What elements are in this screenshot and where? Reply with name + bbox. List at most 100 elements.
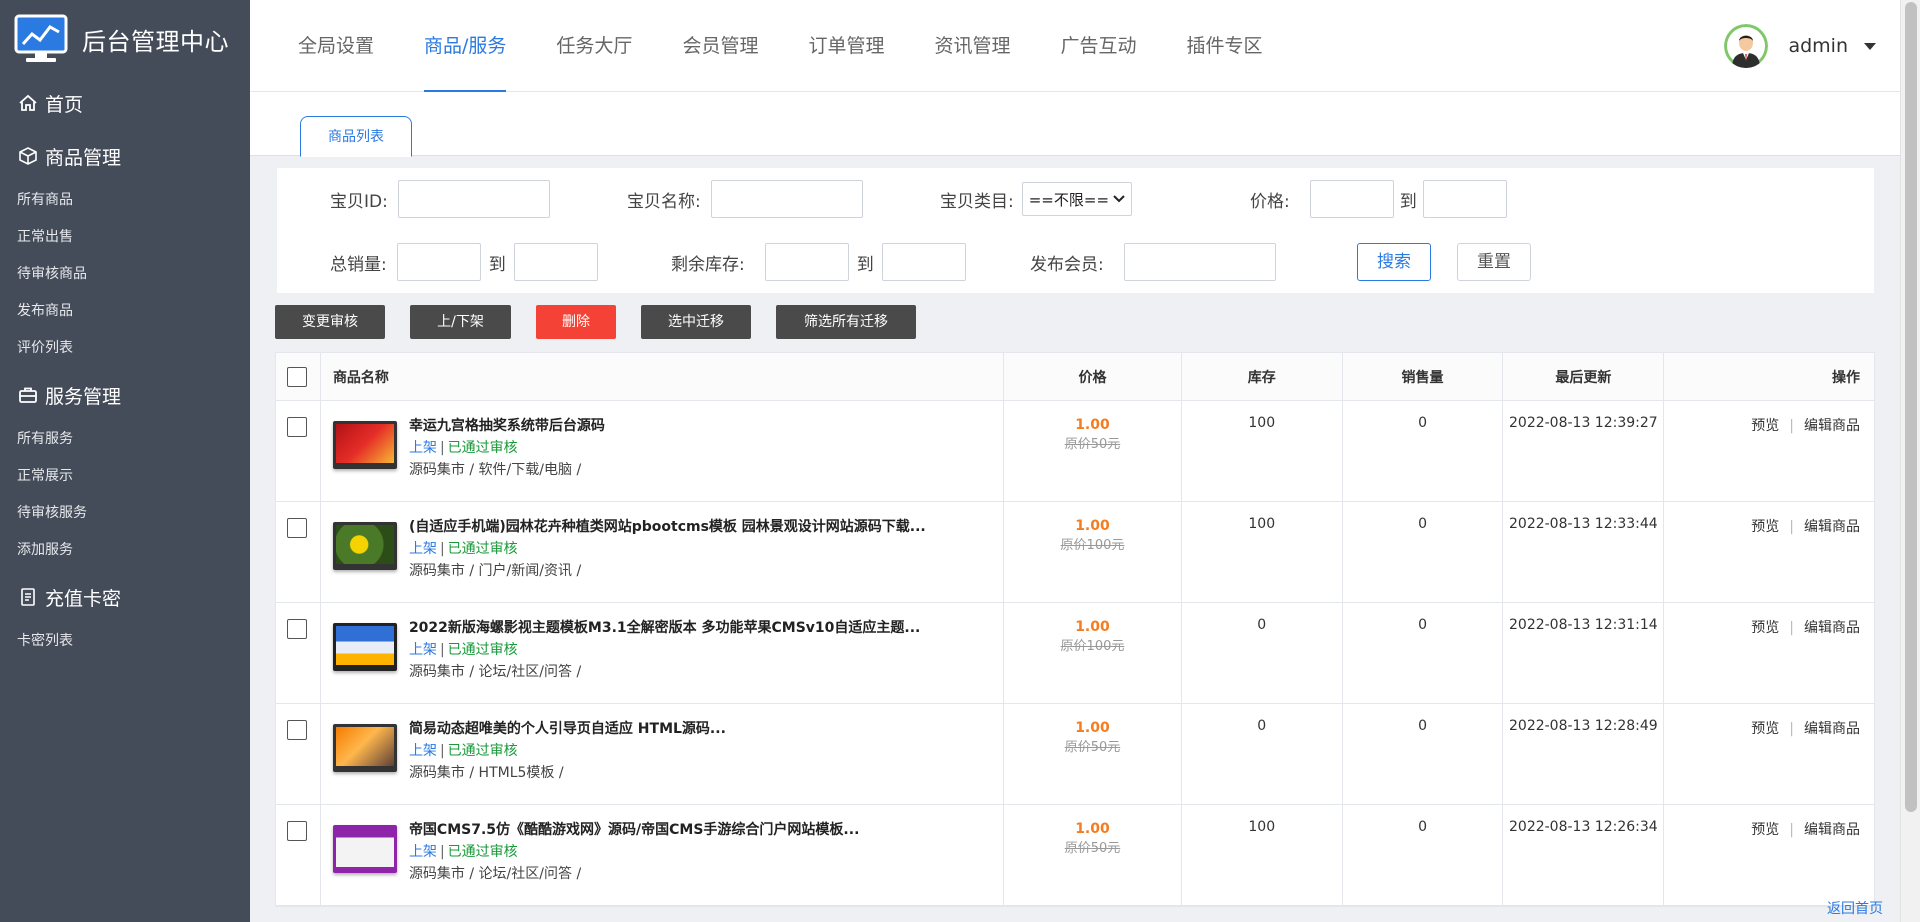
sidebar: 后台管理中心 首页 商品管理 所有商品 正常出售 待审核商品 发布商品 评价列表 <box>0 0 250 922</box>
nav-group-service: 服务管理 所有服务 正常展示 待审核服务 添加服务 <box>0 369 250 569</box>
tab-members[interactable]: 会员管理 <box>682 0 758 92</box>
shelf-status[interactable]: 上架 <box>409 743 437 759</box>
shelf-status[interactable]: 上架 <box>409 541 437 557</box>
row-checkbox[interactable] <box>287 720 307 740</box>
edit-link[interactable]: 编辑商品 <box>1804 519 1860 535</box>
sidebar-item-reviews[interactable]: 评价列表 <box>17 330 142 367</box>
sidebar-item-all-goods[interactable]: 所有商品 <box>17 182 142 219</box>
preview-link[interactable]: 预览 <box>1751 620 1779 636</box>
category-select[interactable]: ==不限== <box>1021 182 1133 216</box>
preview-link[interactable]: 预览 <box>1751 519 1779 535</box>
chevron-down-icon <box>1113 195 1125 203</box>
sales-value: 0 <box>1343 502 1504 602</box>
tab-global-settings[interactable]: 全局设置 <box>298 0 374 92</box>
name-input[interactable] <box>710 180 863 218</box>
top-header: 全局设置 商品/服务 任务大厅 会员管理 订单管理 资讯管理 广告互动 插件专区… <box>250 0 1900 92</box>
product-title[interactable]: 简易动态超唯美的个人引导页自适应 HTML源码... <box>409 718 726 740</box>
stock-value: 0 <box>1182 704 1343 804</box>
table-row: (自适应手机端)园林花卉种植类网站pbootcms模板 园林景观设计网站源码下载… <box>276 502 1874 603</box>
row-checkbox[interactable] <box>287 619 307 639</box>
search-button[interactable]: 搜索 <box>1357 243 1431 281</box>
user-menu[interactable]: admin <box>1724 0 1900 92</box>
row-checkbox[interactable] <box>287 417 307 437</box>
nav-group-label: 充值卡密 <box>45 587 122 610</box>
preview-link[interactable]: 预览 <box>1751 418 1779 434</box>
card-icon <box>21 588 35 606</box>
nav-home-label: 首页 <box>45 93 84 116</box>
sidebar-item-card-list[interactable]: 卡密列表 <box>17 623 142 660</box>
nav-home[interactable]: 首页 <box>0 78 250 128</box>
product-thumbnail[interactable] <box>332 825 397 873</box>
product-category: 源码集市 / HTML5模板 / <box>408 765 564 781</box>
shelf-status[interactable]: 上架 <box>409 642 437 658</box>
shelf-toggle-button[interactable]: 上/下架 <box>410 305 511 339</box>
sidebar-item-add-service[interactable]: 添加服务 <box>17 532 142 569</box>
product-thumbnail[interactable] <box>332 623 397 671</box>
price-min-input[interactable] <box>1309 180 1394 218</box>
stock-min-input[interactable] <box>764 243 849 281</box>
product-title[interactable]: 幸运九宫格抽奖系统带后台源码 <box>409 415 605 437</box>
row-checkbox[interactable] <box>287 518 307 538</box>
back-home-link[interactable]: 返回首页 <box>1827 898 1883 918</box>
sidebar-item-pending-goods[interactable]: 待审核商品 <box>17 256 142 293</box>
product-thumbnail[interactable] <box>332 522 397 570</box>
member-label: 发布会员: <box>1030 254 1104 275</box>
product-title[interactable]: (自适应手机端)园林花卉种植类网站pbootcms模板 园林景观设计网站源码下载… <box>409 516 926 538</box>
name-label: 宝贝名称: <box>627 191 701 212</box>
table-row: 幸运九宫格抽奖系统带后台源码 上架 | 已通过审核 源码集市 / 软件/下载/电脑 … <box>276 401 1874 502</box>
avatar <box>1724 24 1769 68</box>
status-separator: | <box>439 743 445 759</box>
briefcase-icon <box>19 387 37 403</box>
edit-link[interactable]: 编辑商品 <box>1804 721 1860 737</box>
row-checkbox[interactable] <box>287 821 307 841</box>
product-title[interactable]: 2022新版海螺影视主题模板M3.1全解密版本 多功能苹果CMSv10自适应主题… <box>409 617 920 639</box>
edit-link[interactable]: 编辑商品 <box>1804 822 1860 838</box>
id-input[interactable] <box>397 180 550 218</box>
tab-task-hall[interactable]: 任务大厅 <box>556 0 632 92</box>
reset-button[interactable]: 重置 <box>1457 243 1531 281</box>
sidebar-item-normal-display[interactable]: 正常展示 <box>17 458 142 495</box>
migrate-selected-button[interactable]: 选中迁移 <box>641 305 751 339</box>
vertical-scrollbar[interactable] <box>1900 0 1920 922</box>
select-all-checkbox[interactable] <box>287 366 307 387</box>
sales-max-input[interactable] <box>513 243 598 281</box>
sidebar-item-publish-goods[interactable]: 发布商品 <box>17 293 142 330</box>
delete-button[interactable]: 删除 <box>536 305 616 339</box>
migrate-all-filtered-button[interactable]: 筛选所有迁移 <box>776 305 916 339</box>
nav-group-label: 商品管理 <box>45 146 122 169</box>
chevron-down-icon[interactable] <box>1864 42 1876 50</box>
price-max-input[interactable] <box>1422 180 1507 218</box>
change-audit-button[interactable]: 变更审核 <box>275 305 385 339</box>
original-price: 原价50元 <box>1064 841 1121 856</box>
op-separator: | <box>1789 519 1794 535</box>
preview-link[interactable]: 预览 <box>1751 721 1779 737</box>
main-content: 商品列表 宝贝ID: 宝贝名称: 宝贝类目: ==不限== 价格: 到 总销量:… <box>250 92 1900 922</box>
tab-orders[interactable]: 订单管理 <box>808 0 884 92</box>
tab-news[interactable]: 资讯管理 <box>934 0 1010 92</box>
edit-link[interactable]: 编辑商品 <box>1804 620 1860 636</box>
stock-max-input[interactable] <box>881 243 966 281</box>
sales-min-input[interactable] <box>396 243 481 281</box>
edit-link[interactable]: 编辑商品 <box>1804 418 1860 434</box>
sidebar-item-on-sale[interactable]: 正常出售 <box>17 219 142 256</box>
shelf-status[interactable]: 上架 <box>409 844 437 860</box>
product-title[interactable]: 帝国CMS7.5仿《酷酷游戏网》源码/帝国CMS手游综合门户网站模板... <box>409 819 859 841</box>
audit-status: 已通过审核 <box>447 743 518 759</box>
tab-plugins[interactable]: 插件专区 <box>1187 0 1263 92</box>
sidebar-item-all-services[interactable]: 所有服务 <box>17 421 142 458</box>
product-thumbnail[interactable] <box>332 724 397 772</box>
sales-value: 0 <box>1343 603 1504 703</box>
original-price: 原价50元 <box>1064 740 1121 755</box>
stock-value: 0 <box>1182 603 1343 703</box>
preview-link[interactable]: 预览 <box>1751 822 1779 838</box>
tab-goods-services[interactable]: 商品/服务 <box>424 0 507 92</box>
tab-goods-list[interactable]: 商品列表 <box>300 116 412 157</box>
id-label: 宝贝ID: <box>330 191 388 212</box>
scrollbar-thumb[interactable] <box>1905 2 1917 812</box>
member-input[interactable] <box>1123 243 1276 281</box>
shelf-status[interactable]: 上架 <box>409 440 437 456</box>
tab-ads[interactable]: 广告互动 <box>1060 0 1136 92</box>
product-thumbnail[interactable] <box>332 421 397 469</box>
table-row: 简易动态超唯美的个人引导页自适应 HTML源码... 上架 | 已通过审核 源码集市… <box>276 704 1874 805</box>
sidebar-item-pending-services[interactable]: 待审核服务 <box>17 495 142 532</box>
